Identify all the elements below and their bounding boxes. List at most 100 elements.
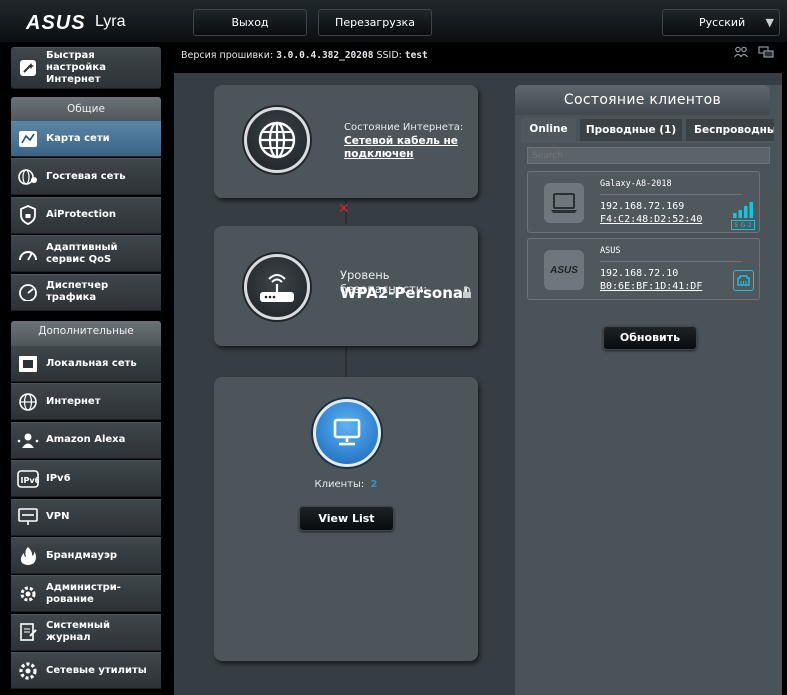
asus-device-icon: ASUS <box>544 250 584 290</box>
sidebar-advanced-item[interactable]: Системный журнал <box>11 613 161 651</box>
sidebar-item-label: Сетевые утилиты <box>46 664 147 676</box>
router-icon <box>244 254 310 320</box>
firmware-version: 3.0.0.4.382_20208 <box>276 50 374 61</box>
sidebar-item-label: Брандмауэр <box>46 549 118 561</box>
sidebar-general-item[interactable]: Адаптивный сервис QoS <box>11 235 161 273</box>
ssid-value: test <box>404 50 428 61</box>
network-map-icon <box>17 128 39 150</box>
sidebar-item-label: IPv6 <box>46 472 71 484</box>
sidebar-item-label: Гостевая сеть <box>46 170 126 182</box>
firewall-icon <box>17 545 39 567</box>
sidebar-general-item[interactable]: Карта сети <box>11 120 161 157</box>
sidebar-item-label: Карта сети <box>46 132 110 144</box>
band-badge: 5 G-2 <box>731 220 755 230</box>
clients-card: Клиенты: 2 View List <box>214 377 478 661</box>
tab-wireless[interactable]: Беспроводные <box>686 119 774 141</box>
sidebar-item-label: Интернет <box>46 395 101 407</box>
globe-icon <box>244 107 310 173</box>
product-name: Lyra <box>95 13 126 30</box>
clients-count-line: Клиенты: 2 <box>214 479 478 490</box>
reboot-button[interactable]: Перезагрузка <box>318 9 432 36</box>
guest-network-icon <box>17 166 39 188</box>
internet-status-label: Состояние Интернета: <box>344 122 464 133</box>
client-name: ASUS <box>600 246 621 256</box>
log-icon <box>17 621 39 643</box>
lan-icon <box>17 353 39 375</box>
sidebar-item-label: VPN <box>46 511 70 523</box>
laptop-icon <box>544 183 584 223</box>
shield-icon <box>17 204 39 226</box>
sidebar-general-item[interactable]: AiProtection <box>11 196 161 234</box>
asus-mini-logo: ASUS <box>550 264 578 276</box>
vpn-icon <box>17 506 39 528</box>
ssid-label: SSID: <box>376 50 402 61</box>
asus-logo: ASUS <box>26 12 86 34</box>
client-search-input[interactable] <box>527 147 770 164</box>
clients-monitor-icon[interactable] <box>313 399 381 467</box>
sidebar-advanced-item[interactable]: Amazon Alexa <box>11 421 161 459</box>
alexa-icon <box>17 429 39 451</box>
header-icons <box>734 46 774 62</box>
router-card[interactable]: Уровень безопасности: WPA2-Personal <box>214 226 478 346</box>
users-icon[interactable] <box>734 46 748 58</box>
client-status-title: Состояние клиентов <box>515 85 770 115</box>
client-ip: 192.168.72.10 <box>600 268 679 279</box>
language-value: Русский <box>699 16 746 29</box>
firmware-info: Версия прошивки: 3.0.0.4.382_20208 SSID:… <box>181 50 428 61</box>
client-row[interactable]: Galaxy-A8-2018 192.168.72.169 F4:C2:48:D… <box>527 171 760 233</box>
wifi-signal-icon <box>731 202 755 222</box>
quick-setup-button[interactable]: Быстрая настройка Интернет <box>11 47 161 89</box>
logout-button[interactable]: Выход <box>193 9 307 36</box>
language-select[interactable]: Русский ▼ <box>662 9 780 36</box>
internet-card[interactable]: Состояние Интернета: Сетевой кабель не п… <box>214 85 478 198</box>
wand-icon <box>17 57 39 79</box>
admin-gear-icon <box>17 583 39 605</box>
sidebar-item-label: Amazon Alexa <box>46 434 126 446</box>
sidebar-advanced-item[interactable]: Сетевые утилиты <box>11 652 161 690</box>
disconnected-x-icon: ✕ <box>338 201 350 217</box>
tab-wired[interactable]: Проводные (1) <box>580 119 682 141</box>
gauge-icon <box>17 281 39 303</box>
client-row[interactable]: ASUS ASUS 192.168.72.10 B0:6E:BF:1D:41:D… <box>527 238 760 300</box>
advanced-section-header: Дополнительные настройки <box>11 321 161 345</box>
client-separator <box>600 194 742 195</box>
sidebar-general-item[interactable]: Гостевая сеть <box>11 158 161 196</box>
quick-setup-label: Быстрая настройка Интернет <box>46 50 106 85</box>
sidebar-general-item[interactable]: Диспетчер трафика <box>11 273 161 311</box>
firmware-label: Версия прошивки: <box>181 50 274 61</box>
chevron-down-icon: ▼ <box>765 16 774 29</box>
sidebar-advanced-item[interactable]: VPN <box>11 498 161 536</box>
connector-line <box>345 346 347 377</box>
tab-online[interactable]: Online <box>521 118 576 142</box>
lock-icon <box>462 284 472 303</box>
sidebar-item-label: Локальная сеть <box>46 357 137 369</box>
tab-divider <box>521 141 774 143</box>
clients-count: 2 <box>370 479 378 490</box>
sidebar-item-label: AiProtection <box>46 209 116 221</box>
internet-status-link[interactable]: Сетевой кабель не подключен <box>344 135 466 161</box>
ipv6-icon: IPv6 <box>17 468 39 490</box>
ethernet-icon <box>733 270 754 291</box>
view-list-button[interactable]: View List <box>299 506 394 531</box>
refresh-button[interactable]: Обновить <box>603 326 697 350</box>
general-section-header: Общие <box>11 97 161 121</box>
clients-label: Клиенты: <box>314 479 365 490</box>
sidebar-item-label: Администри-рование <box>46 581 121 605</box>
svg-text:IPv6: IPv6 <box>21 476 40 485</box>
sidebar-item-label: Системный журнал <box>46 620 110 644</box>
windows-icon[interactable] <box>758 46 774 58</box>
client-name: Galaxy-A8-2018 <box>600 179 672 189</box>
sidebar-item-label: Диспетчер трафика <box>46 280 109 304</box>
sidebar-advanced-item[interactable]: Администри-рование <box>11 575 161 613</box>
sidebar-advanced-item[interactable]: Интернет <box>11 383 161 421</box>
tools-icon <box>17 660 39 682</box>
client-separator <box>600 261 742 262</box>
sidebar-item-label: Адаптивный сервис QoS <box>46 241 118 265</box>
sidebar-advanced-item[interactable]: Локальная сеть <box>11 345 161 382</box>
client-mac[interactable]: F4:C2:48:D2:52:40 <box>600 214 702 225</box>
speedometer-icon <box>17 243 39 265</box>
sidebar-advanced-item[interactable]: IPv6 IPv6 <box>11 460 161 498</box>
client-ip: 192.168.72.169 <box>600 201 685 212</box>
client-mac[interactable]: B0:6E:BF:1D:41:DF <box>600 281 702 292</box>
sidebar-advanced-item[interactable]: Брандмауэр <box>11 537 161 574</box>
